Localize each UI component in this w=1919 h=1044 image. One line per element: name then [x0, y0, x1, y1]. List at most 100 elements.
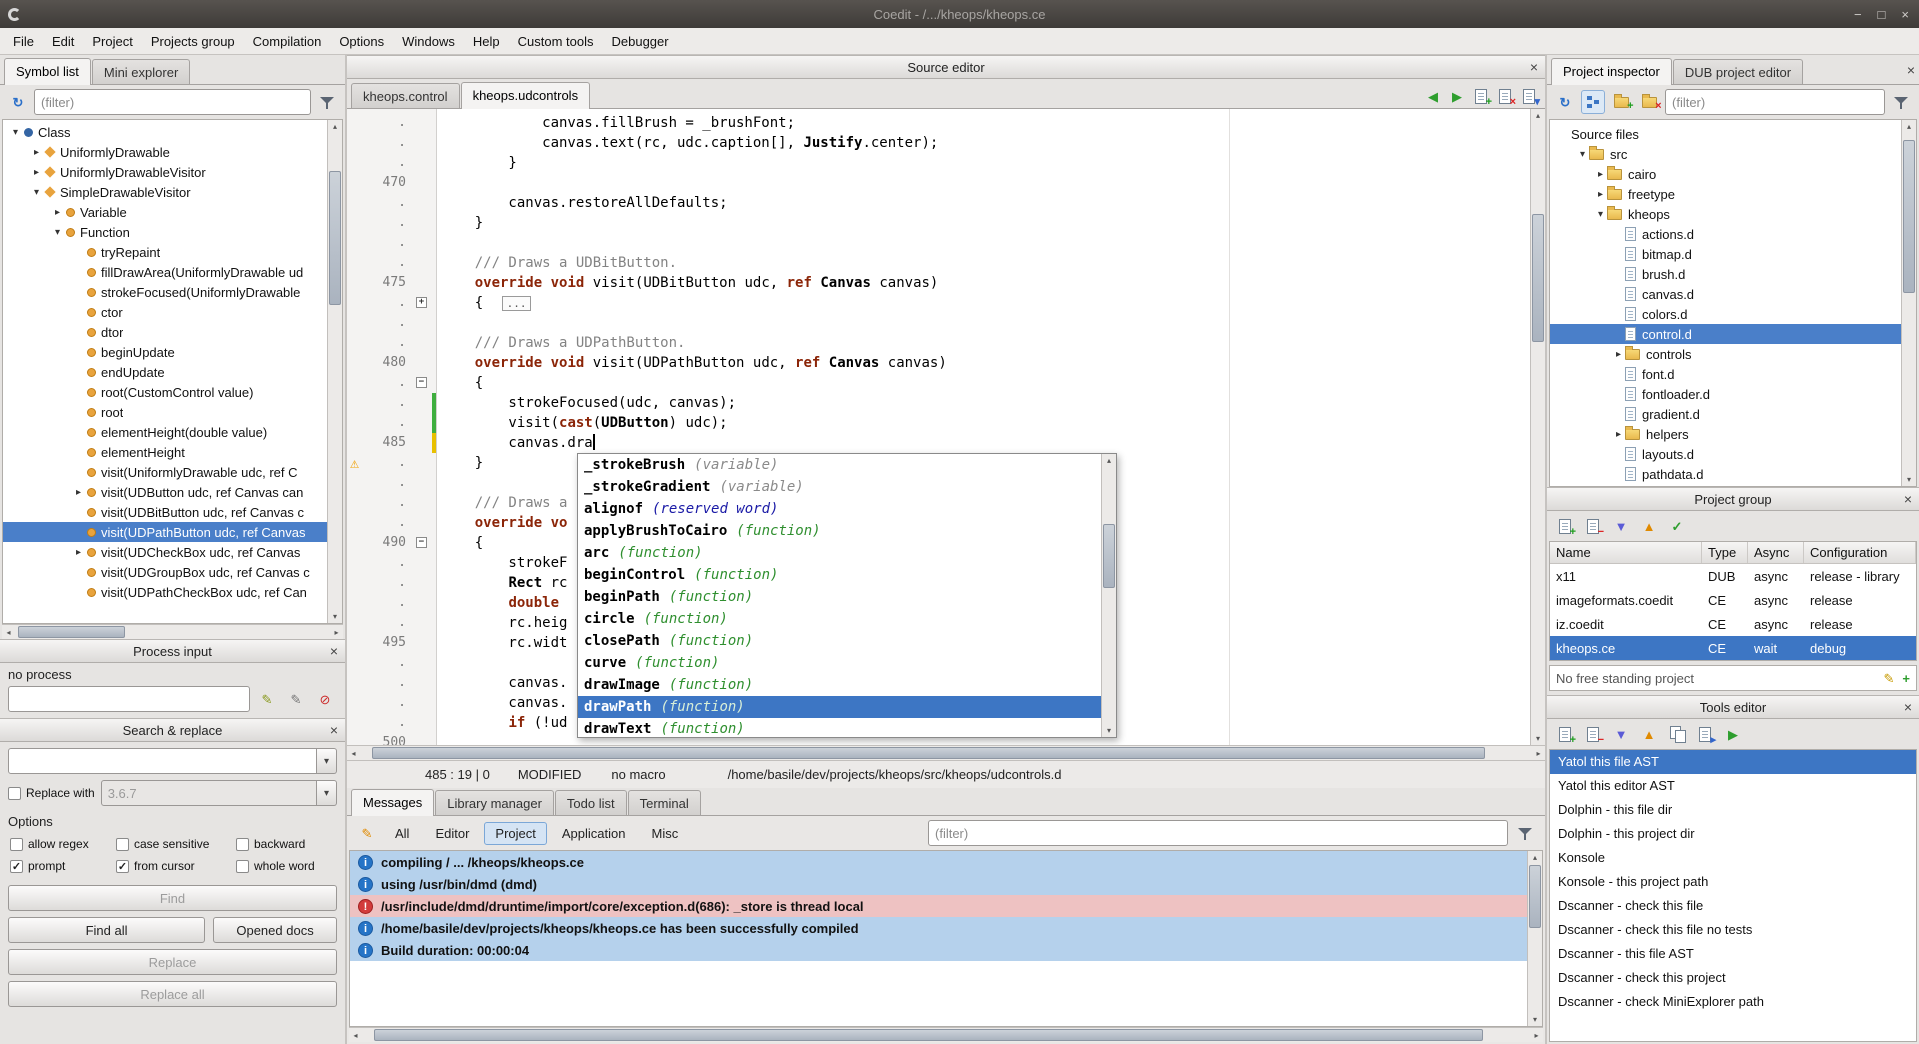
close-right-panel-button[interactable]: × — [1907, 62, 1915, 78]
refresh-symbols-button[interactable]: ↻ — [6, 90, 30, 114]
completion-item[interactable]: closePath(function) — [578, 630, 1101, 652]
kill-process-button[interactable]: ⊘ — [313, 687, 337, 711]
tab-dub-project-editor[interactable]: DUB project editor — [1673, 59, 1803, 84]
editor-vscrollbar[interactable]: ▴▾ — [1530, 109, 1545, 745]
document-options-button[interactable]: ▾ — [1517, 84, 1541, 108]
menu-item-help[interactable]: Help — [464, 30, 509, 53]
folded-code-box[interactable]: ... — [502, 296, 532, 311]
minimize-button[interactable]: − — [1854, 7, 1862, 22]
messages-vscrollbar[interactable]: ▴▾ — [1527, 851, 1542, 1026]
tab-todo-list[interactable]: Todo list — [555, 790, 627, 815]
close-document-button[interactable]: × — [1493, 84, 1517, 108]
tab-terminal[interactable]: Terminal — [628, 790, 701, 815]
collapse-icon[interactable]: ▾ — [30, 187, 43, 198]
tab-kheops-udcontrols[interactable]: kheops.udcontrols — [461, 82, 591, 109]
menu-item-custom-tools[interactable]: Custom tools — [509, 30, 603, 53]
code-line[interactable]: { — [441, 373, 1530, 393]
add-folder-button[interactable]: + — [1609, 90, 1633, 114]
code-line[interactable]: canvas.dra — [441, 433, 1530, 453]
symbol-tree-item[interactable]: endUpdate — [3, 362, 327, 382]
file-tree-item[interactable]: ▸helpers — [1550, 424, 1901, 444]
send-input-button[interactable]: ✎ — [255, 687, 279, 711]
tool-item[interactable]: Dscanner - check MiniExplorer path — [1550, 990, 1916, 1014]
symbol-tree-item[interactable]: ctor — [3, 302, 327, 322]
remove-folder-button[interactable]: × — [1637, 90, 1661, 114]
symbol-tree-item[interactable]: visit(UDPathButton udc, ref Canvas — [3, 522, 327, 542]
filter-button-editor[interactable]: Editor — [424, 822, 480, 845]
async-mode-button[interactable]: ✓ — [1665, 514, 1689, 538]
code-line[interactable]: visit(cast(UDButton) udc); — [441, 413, 1530, 433]
code-line[interactable]: /// Draws a UDBitButton. — [441, 253, 1530, 273]
expand-icon[interactable]: ▸ — [1612, 349, 1625, 360]
fold-marker[interactable]: − — [416, 537, 427, 548]
symbol-tree-item[interactable]: visit(UDGroupBox udc, ref Canvas c — [3, 562, 327, 582]
code-line[interactable]: strokeFocused(udc, canvas); — [441, 393, 1530, 413]
completion-item[interactable]: beginControl(function) — [578, 564, 1101, 586]
tab-kheops-control[interactable]: kheops.control — [351, 83, 460, 108]
scroll-arrow-icon[interactable]: ▸ — [1532, 746, 1545, 760]
collapse-icon[interactable]: ▾ — [9, 127, 22, 138]
symbol-tree-item[interactable]: visit(UniformlyDrawable udc, ref C — [3, 462, 327, 482]
scroll-arrow-icon[interactable]: ▴ — [1102, 454, 1116, 467]
export-tool-button[interactable]: ▸ — [1693, 722, 1717, 746]
code-line[interactable]: { ... — [441, 293, 1530, 313]
file-tree-item[interactable]: ▾src — [1550, 144, 1901, 164]
completion-item[interactable]: arc(function) — [578, 542, 1101, 564]
symbol-tree-item[interactable]: root — [3, 402, 327, 422]
tab-project-inspector[interactable]: Project inspector — [1551, 58, 1672, 85]
scrollbar-thumb[interactable] — [374, 1029, 1484, 1041]
scrollbar-track[interactable] — [362, 1028, 1530, 1042]
tool-item[interactable]: Yatol this file AST — [1550, 750, 1916, 774]
scrollbar-thumb[interactable] — [1529, 865, 1541, 928]
symbol-tree-item[interactable]: ▸UniformlyDrawable — [3, 142, 327, 162]
fold-marker[interactable]: + — [416, 297, 427, 308]
message-row[interactable]: i/home/basile/dev/projects/kheops/kheops… — [350, 917, 1527, 939]
symbol-tree-item[interactable]: ▸visit(UDCheckBox udc, ref Canvas — [3, 542, 327, 562]
symbol-tree-item[interactable]: elementHeight — [3, 442, 327, 462]
symbol-tree-vscrollbar[interactable]: ▴▾ — [327, 120, 342, 623]
code-line[interactable]: /// Draws a UDPathButton. — [441, 333, 1530, 353]
symbol-tree-item[interactable]: visit(UDPathCheckBox udc, ref Can — [3, 582, 327, 602]
scroll-arrow-icon[interactable]: ▸ — [330, 625, 343, 639]
completion-item[interactable]: beginPath(function) — [578, 586, 1101, 608]
edit-input-button[interactable]: ✎ — [284, 687, 308, 711]
tab-symbol-list[interactable]: Symbol list — [4, 58, 91, 85]
move-project-down-button[interactable]: ▼ — [1609, 514, 1633, 538]
opened-docs-button[interactable]: Opened docs — [213, 917, 337, 943]
edit-free-project-icon[interactable]: ✎ — [1884, 672, 1895, 685]
file-tree-item[interactable]: canvas.d — [1550, 284, 1901, 304]
scroll-arrow-icon[interactable]: ▴ — [1531, 109, 1545, 122]
tool-item[interactable]: Konsole - this project path — [1550, 870, 1916, 894]
scrollbar-track[interactable] — [1902, 133, 1916, 473]
expand-icon[interactable]: ▸ — [72, 487, 85, 498]
add-tool-button[interactable]: + — [1553, 722, 1577, 746]
code-line[interactable] — [441, 173, 1530, 193]
filter-button-application[interactable]: Application — [551, 822, 637, 845]
replace-input[interactable] — [101, 780, 317, 806]
symbol-tree-item[interactable]: visit(UDBitButton udc, ref Canvas c — [3, 502, 327, 522]
project-row[interactable]: x11DUBasyncrelease - library — [1550, 564, 1916, 588]
close-process-panel-button[interactable]: × — [330, 643, 338, 659]
completion-item[interactable]: curve(function) — [578, 652, 1101, 674]
tool-item[interactable]: Dscanner - this file AST — [1550, 942, 1916, 966]
scroll-arrow-icon[interactable]: ▴ — [1528, 851, 1542, 864]
file-tree-item[interactable]: ▸controls — [1550, 344, 1901, 364]
find-button[interactable]: Find — [8, 885, 337, 911]
scrollbar-track[interactable] — [1528, 864, 1542, 1013]
scrollbar-thumb[interactable] — [18, 626, 125, 638]
collapse-icon[interactable]: ▾ — [1576, 149, 1589, 160]
symbol-tree-item[interactable]: tryRepaint — [3, 242, 327, 262]
completion-item[interactable]: alignof(reserved word) — [578, 498, 1101, 520]
expand-icon[interactable]: ▸ — [51, 207, 64, 218]
file-tree-item[interactable]: bitmap.d — [1550, 244, 1901, 264]
files-filter-button[interactable] — [1889, 90, 1913, 114]
symbol-tree-item[interactable]: elementHeight(double value) — [3, 422, 327, 442]
nav-back-button[interactable]: ◀ — [1421, 84, 1445, 108]
menu-item-options[interactable]: Options — [330, 30, 393, 53]
expand-icon[interactable]: ▸ — [30, 167, 43, 178]
menu-item-compilation[interactable]: Compilation — [244, 30, 331, 53]
code-line[interactable] — [441, 233, 1530, 253]
menu-item-project[interactable]: Project — [83, 30, 141, 53]
collapse-icon[interactable]: ▾ — [1594, 209, 1607, 220]
message-row[interactable]: iusing /usr/bin/dmd (dmd) — [350, 873, 1527, 895]
